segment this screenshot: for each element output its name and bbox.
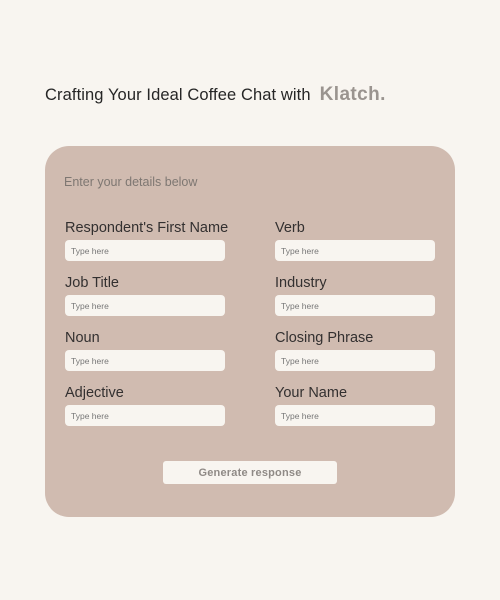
your-name-input[interactable] [275,405,435,426]
verb-input[interactable] [275,240,435,261]
respondent-first-name-field-group: Respondent's First Name [65,218,229,261]
your-name-field-group: Your Name [275,383,435,426]
page-title: Crafting Your Ideal Coffee Chat with [45,86,311,104]
noun-label: Noun [65,330,100,346]
page-header: Crafting Your Ideal Coffee Chat with Kla… [45,84,386,108]
verb-label: Verb [275,220,305,236]
industry-input[interactable] [275,295,435,316]
job-title-input[interactable] [65,295,225,316]
your-name-label: Your Name [275,385,348,401]
respondent-first-name-input[interactable] [65,240,225,261]
industry-label: Industry [275,275,327,291]
adjective-input[interactable] [65,405,225,426]
generate-response-button[interactable]: Generate response [163,461,337,484]
adjective-field-group: Adjective [65,383,225,426]
brand-logo: Klatch. [319,84,386,105]
industry-field-group: Industry [275,273,435,316]
job-title-field-group: Job Title [65,273,225,316]
noun-field-group: Noun [65,328,225,371]
form-hint: Enter your details below [64,175,198,189]
details-form: Enter your details below Respondent's Fi… [45,146,455,517]
adjective-label: Adjective [65,385,124,401]
respondent-first-name-label: Respondent's First Name [65,220,229,236]
closing-phrase-label: Closing Phrase [275,330,374,346]
job-title-label: Job Title [65,275,119,291]
closing-phrase-input[interactable] [275,350,435,371]
verb-field-group: Verb [275,218,435,261]
noun-input[interactable] [65,350,225,371]
closing-phrase-field-group: Closing Phrase [275,328,435,371]
